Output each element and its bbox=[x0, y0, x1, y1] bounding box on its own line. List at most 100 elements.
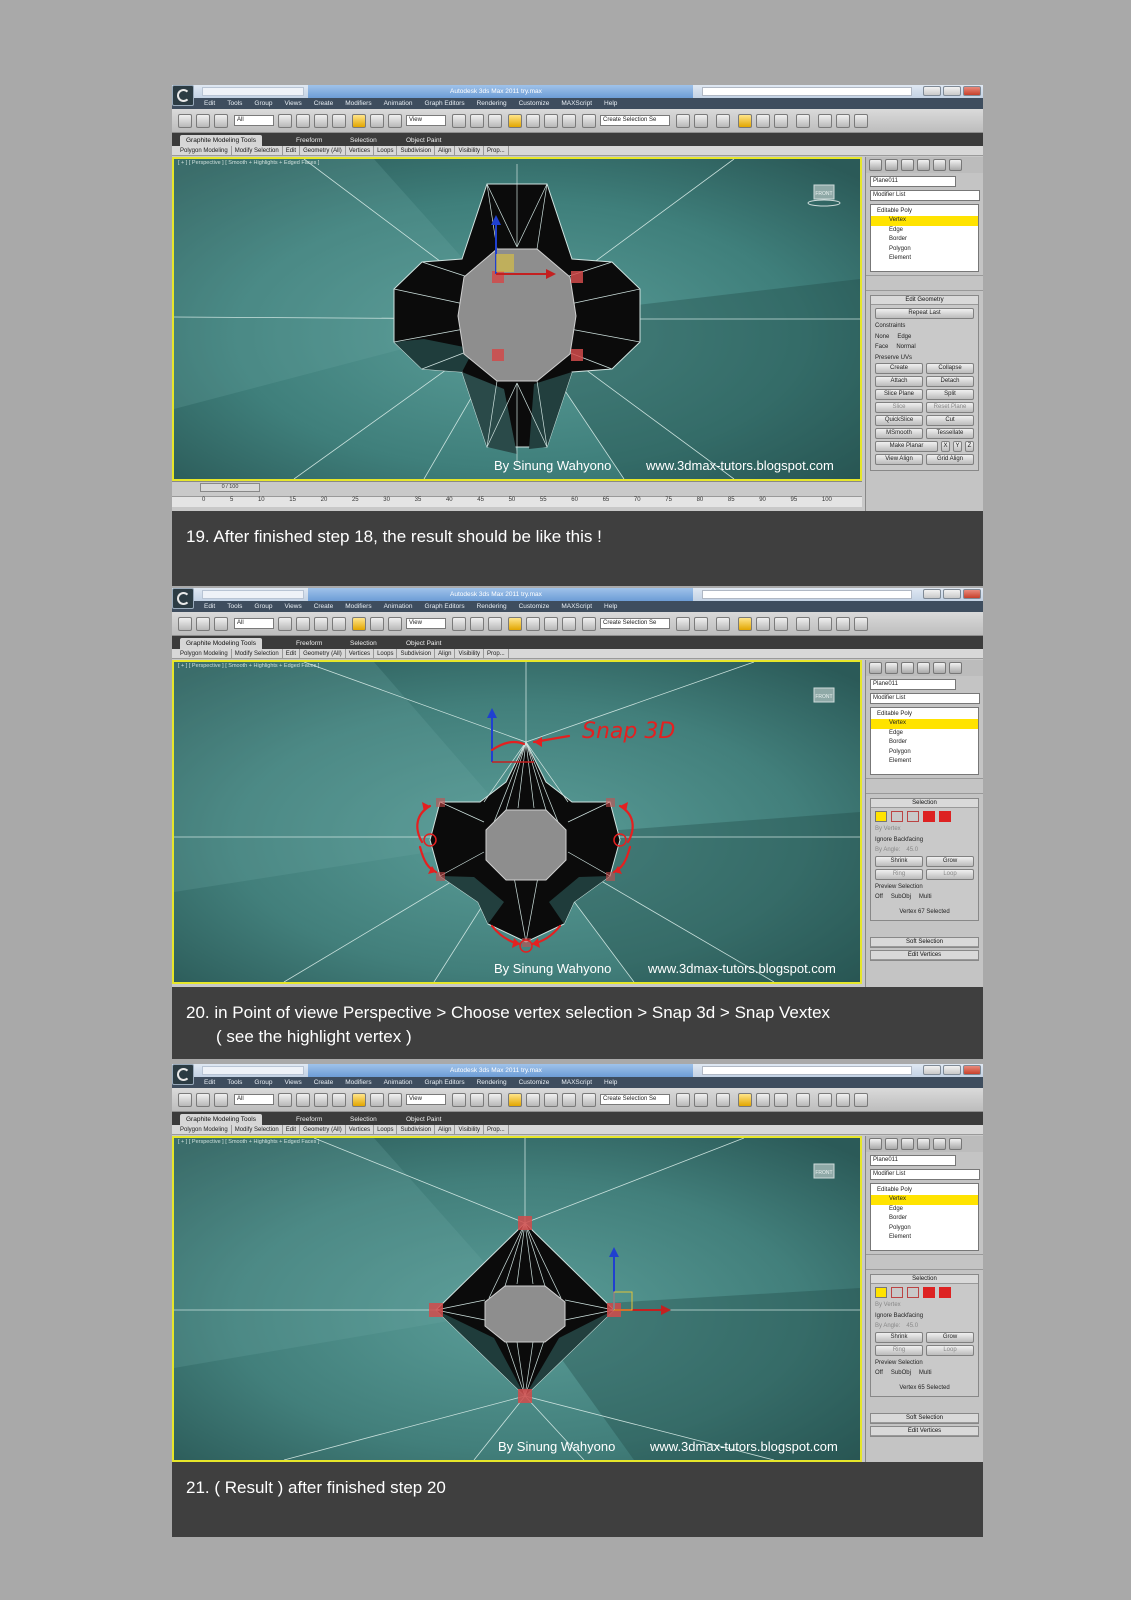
link-icon[interactable] bbox=[178, 1093, 192, 1107]
schematic-view-icon[interactable] bbox=[774, 114, 788, 128]
constraint-face[interactable]: Face bbox=[875, 342, 888, 353]
menu-help[interactable]: Help bbox=[604, 601, 617, 612]
grid-align-button[interactable]: Grid Align bbox=[926, 454, 974, 465]
rollout-header[interactable]: Selection bbox=[871, 1275, 978, 1284]
info-center-search[interactable] bbox=[702, 1066, 912, 1075]
tab-freeform[interactable]: Freeform bbox=[290, 638, 328, 649]
planar-y-button[interactable]: Y bbox=[953, 441, 962, 452]
tab-object-paint[interactable]: Object Paint bbox=[400, 135, 447, 146]
keyboard-shortcut-icon[interactable] bbox=[488, 114, 502, 128]
named-selection-dropdown[interactable]: Create Selection Se bbox=[600, 1094, 670, 1105]
percent-snap-icon[interactable] bbox=[544, 617, 558, 631]
ribbon-subdivision[interactable]: Subdivision bbox=[400, 1125, 436, 1134]
menu-graph-editors[interactable]: Graph Editors bbox=[425, 98, 465, 109]
collapse-button[interactable]: Collapse bbox=[926, 363, 974, 374]
make-planar-button[interactable]: Make Planar bbox=[875, 441, 938, 452]
reference-coordinate-dropdown[interactable]: View bbox=[406, 115, 446, 126]
menu-help[interactable]: Help bbox=[604, 98, 617, 109]
menu-animation[interactable]: Animation bbox=[384, 601, 413, 612]
stack-element[interactable]: Element bbox=[871, 254, 978, 263]
stack-border[interactable]: Border bbox=[871, 235, 978, 244]
ribbon-properties[interactable]: Prop... bbox=[487, 649, 509, 658]
graphite-toggle-icon[interactable] bbox=[738, 114, 752, 128]
utilities-tab-icon[interactable] bbox=[949, 159, 962, 171]
stack-polygon[interactable]: Polygon bbox=[871, 748, 978, 757]
maximize-icon[interactable] bbox=[943, 86, 961, 96]
edit-vertices-rollout[interactable]: Edit Vertices bbox=[870, 950, 979, 961]
ribbon-edit[interactable]: Edit bbox=[286, 1125, 301, 1134]
ring-button[interactable]: Ring bbox=[875, 1344, 923, 1356]
display-tab-icon[interactable] bbox=[933, 662, 946, 674]
modify-tab-icon[interactable] bbox=[885, 159, 898, 171]
stack-edge[interactable]: Edge bbox=[871, 226, 978, 235]
scale-icon[interactable] bbox=[388, 114, 402, 128]
menu-tools[interactable]: Tools bbox=[227, 1077, 242, 1088]
polygon-mode-icon[interactable] bbox=[923, 811, 935, 822]
shrink-button[interactable]: Shrink bbox=[875, 1331, 923, 1343]
spinner-snap-icon[interactable] bbox=[562, 114, 576, 128]
viewport-label[interactable]: [ + ] [ Perspective ] [ Smooth + Highlig… bbox=[178, 1139, 319, 1145]
unlink-icon[interactable] bbox=[196, 1093, 210, 1107]
move-icon[interactable] bbox=[352, 1093, 366, 1107]
percent-snap-icon[interactable] bbox=[544, 1093, 558, 1107]
pivot-icon[interactable] bbox=[452, 1093, 466, 1107]
border-mode-icon[interactable] bbox=[907, 1287, 919, 1298]
stack-editable-poly[interactable]: Editable Poly bbox=[871, 710, 978, 719]
select-by-name-icon[interactable] bbox=[296, 114, 310, 128]
create-tab-icon[interactable] bbox=[869, 1138, 882, 1150]
menu-views[interactable]: Views bbox=[284, 1077, 301, 1088]
selection-filter-dropdown[interactable]: All bbox=[234, 115, 274, 126]
preview-subobj-radio[interactable]: SubObj bbox=[891, 1368, 911, 1379]
ribbon-visibility[interactable]: Visibility bbox=[458, 1125, 485, 1134]
window-crossing-icon[interactable] bbox=[332, 1093, 346, 1107]
edit-vertices-rollout[interactable]: Edit Vertices bbox=[870, 1426, 979, 1437]
material-editor-icon[interactable] bbox=[796, 1093, 810, 1107]
stack-border[interactable]: Border bbox=[871, 1214, 978, 1223]
border-mode-icon[interactable] bbox=[907, 811, 919, 822]
tab-graphite-modeling-tools[interactable]: Graphite Modeling Tools bbox=[180, 638, 262, 649]
menu-group[interactable]: Group bbox=[254, 98, 272, 109]
ribbon-loops[interactable]: Loops bbox=[377, 1125, 398, 1134]
menu-modifiers[interactable]: Modifiers bbox=[345, 98, 371, 109]
select-by-name-icon[interactable] bbox=[296, 1093, 310, 1107]
bind-space-warp-icon[interactable] bbox=[214, 617, 228, 631]
time-slider[interactable]: 0 / 100 0 5 10 15 20 25 30 35 40 45 50 55 60 65 70 75 80… bbox=[172, 481, 862, 507]
stack-edge[interactable]: Edge bbox=[871, 729, 978, 738]
mirror-icon[interactable] bbox=[676, 1093, 690, 1107]
ribbon-subdivision[interactable]: Subdivision bbox=[400, 146, 436, 155]
tab-selection[interactable]: Selection bbox=[344, 135, 383, 146]
ribbon-loops[interactable]: Loops bbox=[377, 146, 398, 155]
slice-button[interactable]: Slice bbox=[875, 402, 923, 413]
tab-object-paint[interactable]: Object Paint bbox=[400, 1114, 447, 1125]
render-icon[interactable] bbox=[854, 617, 868, 631]
object-name-field[interactable]: Plane011 bbox=[870, 1155, 956, 1166]
element-mode-icon[interactable] bbox=[939, 811, 951, 822]
perspective-viewport[interactable]: Snap 3D FRONT [ + ] [ Perspective ] [ Sm… bbox=[172, 660, 862, 984]
hierarchy-tab-icon[interactable] bbox=[901, 662, 914, 674]
move-icon[interactable] bbox=[352, 114, 366, 128]
move-icon[interactable] bbox=[352, 617, 366, 631]
ribbon-edit[interactable]: Edit bbox=[286, 146, 301, 155]
modify-tab-icon[interactable] bbox=[885, 1138, 898, 1150]
quick-access-toolbar[interactable] bbox=[202, 87, 304, 96]
scale-icon[interactable] bbox=[388, 617, 402, 631]
modifier-list-dropdown[interactable]: Modifier List bbox=[870, 1169, 980, 1180]
named-selection-dropdown[interactable]: Create Selection Se bbox=[600, 115, 670, 126]
stack-border[interactable]: Border bbox=[871, 738, 978, 747]
constraint-normal[interactable]: Normal bbox=[896, 342, 915, 353]
spinner-snap-icon[interactable] bbox=[562, 1093, 576, 1107]
stack-editable-poly[interactable]: Editable Poly bbox=[871, 207, 978, 216]
ribbon-geometry[interactable]: Geometry (All) bbox=[303, 649, 346, 658]
select-by-name-icon[interactable] bbox=[296, 617, 310, 631]
bind-space-warp-icon[interactable] bbox=[214, 1093, 228, 1107]
material-editor-icon[interactable] bbox=[796, 617, 810, 631]
quick-access-toolbar[interactable] bbox=[202, 590, 304, 599]
stack-polygon[interactable]: Polygon bbox=[871, 1224, 978, 1233]
snap-3d-icon[interactable] bbox=[508, 114, 522, 128]
selection-filter-dropdown[interactable]: All bbox=[234, 1094, 274, 1105]
menu-views[interactable]: Views bbox=[284, 601, 301, 612]
create-tab-icon[interactable] bbox=[869, 662, 882, 674]
keyboard-shortcut-icon[interactable] bbox=[488, 1093, 502, 1107]
modifier-list-dropdown[interactable]: Modifier List bbox=[870, 190, 980, 201]
edit-vertices-header[interactable]: Edit Vertices bbox=[871, 1427, 978, 1436]
